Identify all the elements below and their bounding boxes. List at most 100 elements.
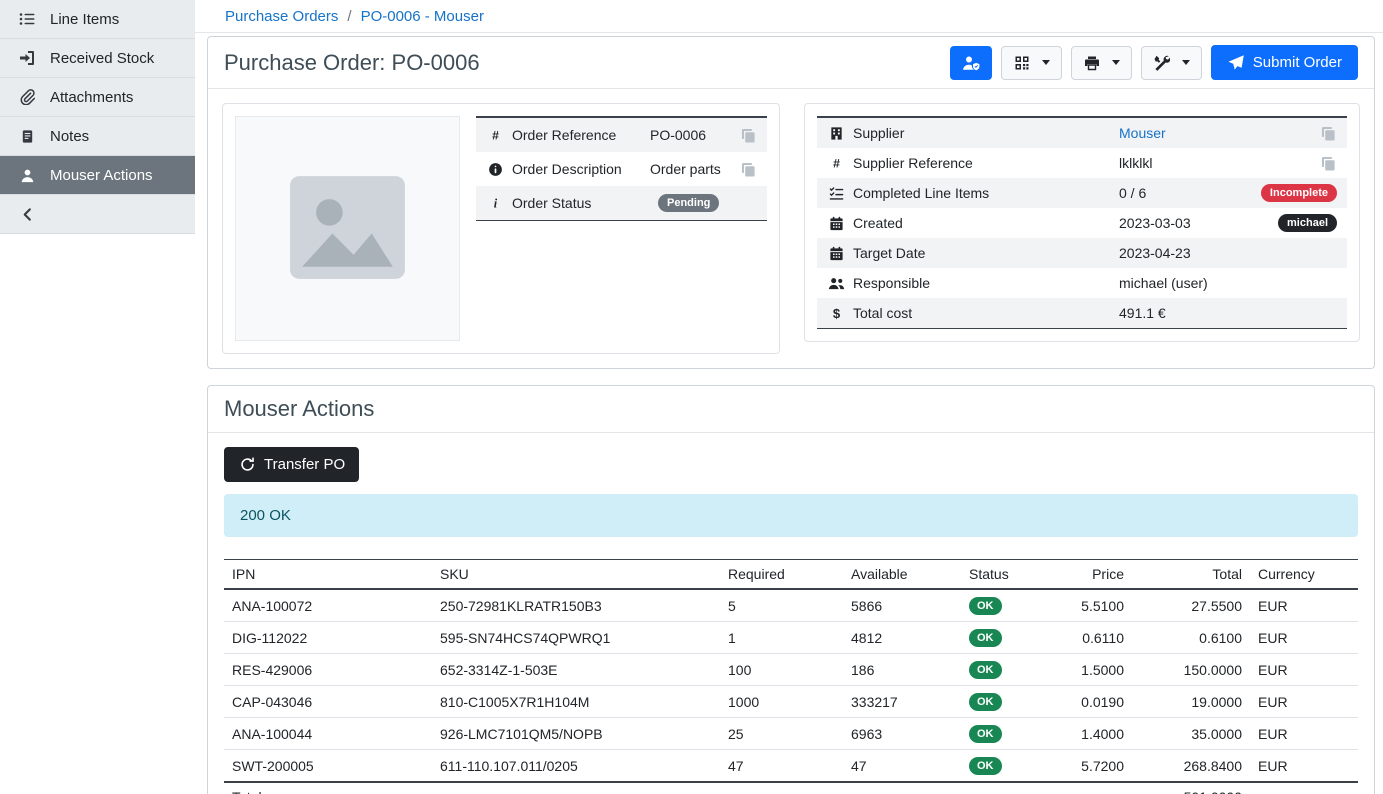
cell-currency: EUR xyxy=(1250,622,1358,654)
column-header-status[interactable]: Status xyxy=(961,560,1042,590)
svg-text:i: i xyxy=(493,196,497,210)
order-summary-card: #Order ReferencePO-0006Order Description… xyxy=(222,103,780,354)
page-title: Purchase Order: PO-0006 xyxy=(224,50,480,76)
printer-icon xyxy=(1083,55,1101,71)
order-actions-menu-button[interactable] xyxy=(1141,46,1202,80)
status-badge: michael xyxy=(1278,214,1337,232)
qr-code-icon xyxy=(1013,55,1031,71)
mouser-panel-body: Transfer PO 200 OK IPNSKURequiredAvailab… xyxy=(208,433,1374,794)
sidebar-item-label: Attachments xyxy=(50,89,133,106)
footer-total-value: 501.0000 xyxy=(1132,782,1250,794)
hash-icon: # xyxy=(827,155,845,171)
column-header-required[interactable]: Required xyxy=(720,560,843,590)
copy-icon[interactable] xyxy=(739,161,757,177)
breadcrumb-link-current-order[interactable]: PO-0006 - Mouser xyxy=(361,8,484,25)
status-badge: Incomplete xyxy=(1261,184,1337,202)
detail-row-order-status: iOrder StatusPending xyxy=(476,186,767,220)
cell-available: 6963 xyxy=(843,718,961,750)
cell-ipn: ANA-100072 xyxy=(224,589,432,622)
user-actions-button[interactable] xyxy=(950,46,992,80)
print-menu-button[interactable] xyxy=(1071,46,1132,80)
detail-row-responsible: Responsiblemichael (user) xyxy=(817,268,1347,298)
column-header-price[interactable]: Price xyxy=(1042,560,1132,590)
cell-available: 333217 xyxy=(843,686,961,718)
column-header-total[interactable]: Total xyxy=(1132,560,1250,590)
column-header-available[interactable]: Available xyxy=(843,560,961,590)
detail-label: Target Date xyxy=(853,245,1111,261)
column-header-ipn[interactable]: IPN xyxy=(224,560,432,590)
panel-title: Mouser Actions xyxy=(224,396,374,422)
purchase-order-panel: Purchase Order: PO-0006 xyxy=(207,36,1375,369)
cell-total: 150.0000 xyxy=(1132,654,1250,686)
barcode-menu-button[interactable] xyxy=(1001,46,1062,80)
cell-ipn: CAP-043046 xyxy=(224,686,432,718)
cell-required: 47 xyxy=(720,750,843,783)
cell-currency: EUR xyxy=(1250,654,1358,686)
table-header-row: IPNSKURequiredAvailableStatusPriceTotalC… xyxy=(224,560,1358,590)
hash-icon: # xyxy=(486,127,504,143)
status-ok-badge: OK xyxy=(969,629,1002,647)
cell-available: 47 xyxy=(843,750,961,783)
sidebar-item-notes[interactable]: Notes xyxy=(0,117,195,156)
cell-ipn: DIG-112022 xyxy=(224,622,432,654)
cell-required: 5 xyxy=(720,589,843,622)
transfer-po-button[interactable]: Transfer PO xyxy=(224,447,359,482)
cell-required: 1000 xyxy=(720,686,843,718)
order-image-placeholder xyxy=(235,116,460,341)
detail-value-link[interactable]: Mouser xyxy=(1119,125,1166,141)
chevron-left-icon xyxy=(18,206,36,222)
detail-value: michael (user) xyxy=(1119,275,1208,291)
submit-order-button[interactable]: Submit Order xyxy=(1211,45,1358,80)
main-content: Purchase Orders / PO-0006 - Mouser Purch… xyxy=(195,0,1383,794)
row-end xyxy=(739,127,757,143)
sidebar-item-mouser-actions[interactable]: Mouser Actions xyxy=(0,156,195,195)
detail-value: PO-0006 xyxy=(650,127,706,143)
sidebar-item-label: Mouser Actions xyxy=(50,167,153,184)
sidebar-item-received-stock[interactable]: Received Stock xyxy=(0,39,195,78)
caret-down-icon xyxy=(1042,60,1050,65)
row-end: michael xyxy=(1278,214,1337,232)
cell-status: OK xyxy=(961,750,1042,783)
table-footer-row: Total 501.0000 xyxy=(224,782,1358,794)
cell-price: 1.4000 xyxy=(1042,718,1132,750)
sidebar-item-attachments[interactable]: Attachments xyxy=(0,78,195,117)
supplier-info-table: SupplierMouser#Supplier Referencelklklkl… xyxy=(817,116,1347,329)
detail-label: Order Status xyxy=(512,195,642,211)
cell-currency: EUR xyxy=(1250,750,1358,783)
cell-ipn: SWT-200005 xyxy=(224,750,432,783)
sidebar-collapse-button[interactable] xyxy=(0,195,195,234)
detail-value: 491.1 € xyxy=(1119,305,1166,321)
sidebar-items: Line Items Received Stock Attachments Notes… xyxy=(0,0,195,195)
cell-required: 100 xyxy=(720,654,843,686)
svg-text:#: # xyxy=(833,156,840,170)
cell-sku: 595-SN74HCS74QPWRQ1 xyxy=(432,622,720,654)
user-check-icon xyxy=(962,55,980,71)
row-end xyxy=(1319,125,1337,141)
table-row: SWT-200005611-110.107.011/02054747OK5.72… xyxy=(224,750,1358,783)
breadcrumb-link-purchase-orders[interactable]: Purchase Orders xyxy=(225,8,338,25)
list-icon xyxy=(18,11,36,27)
order-panel-heading: Purchase Order: PO-0006 xyxy=(208,37,1374,89)
copy-icon[interactable] xyxy=(1319,155,1337,171)
cell-ipn: RES-429006 xyxy=(224,654,432,686)
cell-status: OK xyxy=(961,654,1042,686)
detail-row-supplier-reference: #Supplier Referencelklklkl xyxy=(817,148,1347,178)
copy-icon[interactable] xyxy=(739,127,757,143)
cell-required: 1 xyxy=(720,622,843,654)
user-icon xyxy=(18,167,36,183)
status-ok-badge: OK xyxy=(969,757,1002,775)
sidebar-item-line-items[interactable]: Line Items xyxy=(0,0,195,39)
sidebar-item-label: Line Items xyxy=(50,11,119,28)
cell-price: 5.7200 xyxy=(1042,750,1132,783)
cell-total: 19.0000 xyxy=(1132,686,1250,718)
mouser-panel-heading: Mouser Actions xyxy=(208,386,1374,433)
paperclip-icon xyxy=(18,89,36,105)
table-row: DIG-112022595-SN74HCS74QPWRQ114812OK0.61… xyxy=(224,622,1358,654)
image-placeholder-icon xyxy=(275,155,420,303)
cell-status: OK xyxy=(961,718,1042,750)
column-header-sku[interactable]: SKU xyxy=(432,560,720,590)
copy-icon[interactable] xyxy=(1319,125,1337,141)
caret-down-icon xyxy=(1182,60,1190,65)
status-ok-badge: OK xyxy=(969,725,1002,743)
column-header-currency[interactable]: Currency xyxy=(1250,560,1358,590)
